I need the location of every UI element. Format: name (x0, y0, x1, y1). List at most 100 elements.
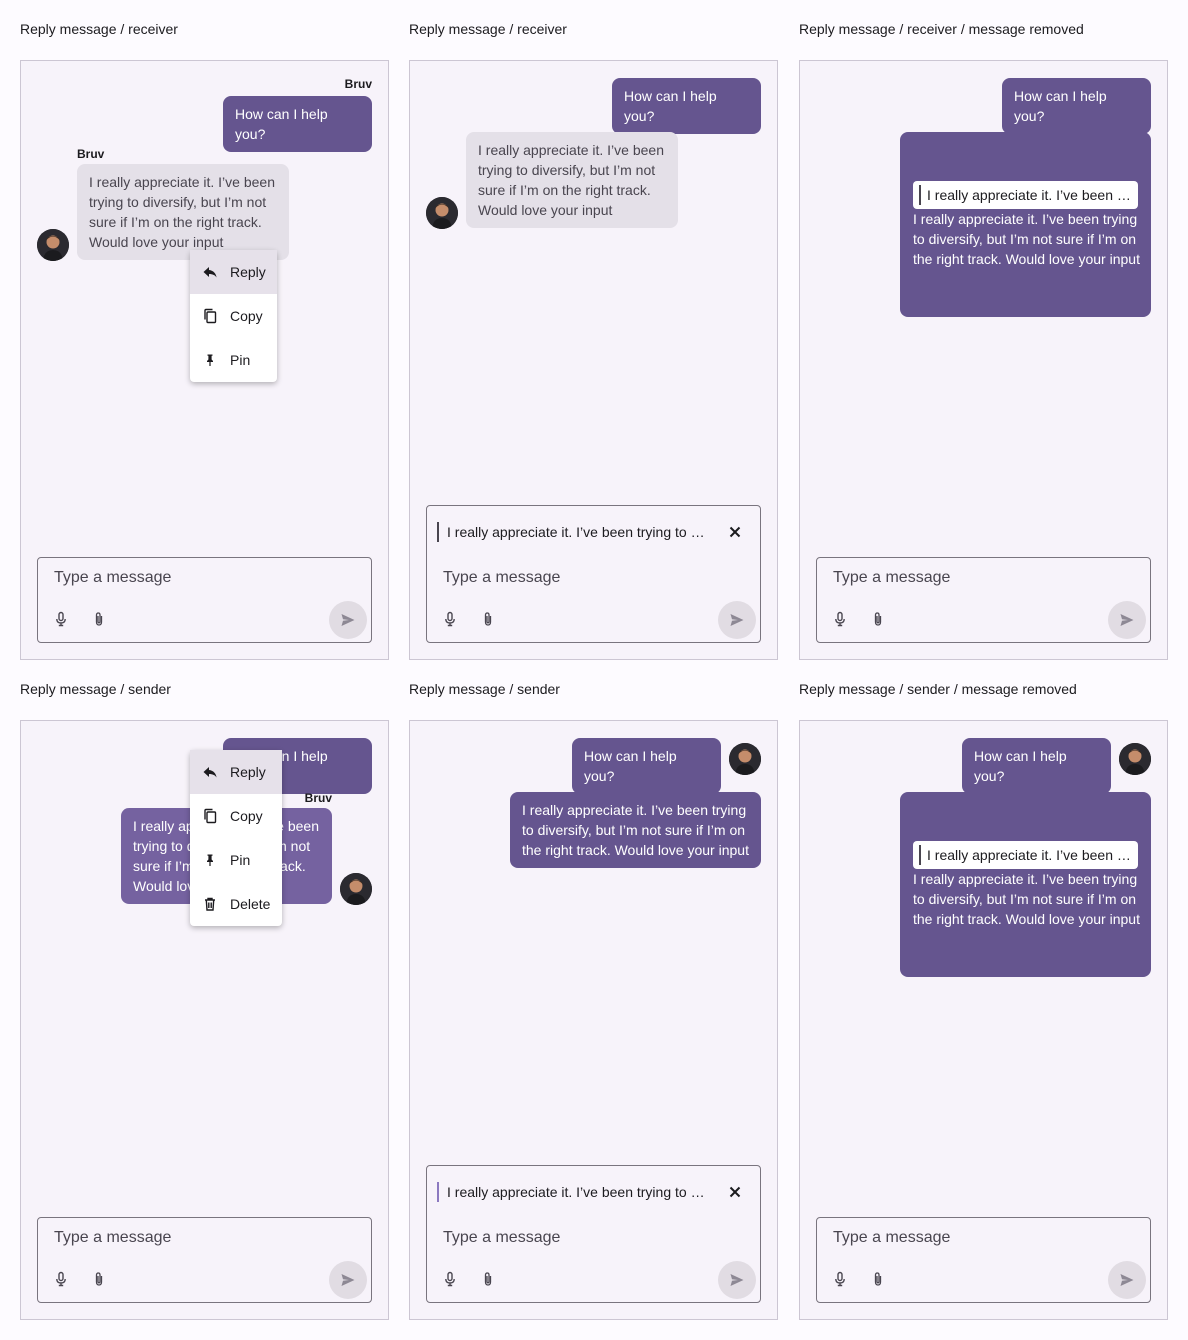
copy-icon (202, 308, 218, 324)
caption-receiver-removed: Reply message / receiver / message remov… (799, 21, 1084, 37)
outgoing-message[interactable]: How can I help you? (572, 738, 721, 794)
send-icon (730, 614, 744, 626)
incoming-message[interactable]: I really appreciate it. I’ve been trying… (466, 132, 678, 228)
reply-preview: I really appreciate it. I’ve been trying… (437, 522, 707, 542)
chat-panel-sender-menu: How can I help you? Bruv I really apprec… (20, 720, 389, 1320)
menu-item-delete[interactable]: Delete (190, 882, 282, 926)
quoted-text: I really appreciate it. I’ve been trying… (919, 845, 1132, 865)
paperclip-icon[interactable] (870, 1271, 886, 1287)
send-icon (341, 614, 355, 626)
send-icon (730, 1274, 744, 1286)
message-text: How can I help you? (624, 88, 717, 124)
microphone-icon[interactable] (53, 611, 69, 627)
sender-name: Bruv (304, 791, 332, 805)
reply-icon (202, 264, 218, 280)
outgoing-message[interactable]: How can I help you? (1002, 78, 1151, 134)
paperclip-icon[interactable] (91, 611, 107, 627)
message-input[interactable]: Type a message (443, 569, 560, 587)
microphone-icon[interactable] (832, 1271, 848, 1287)
reply-preview: I really appreciate it. I’ve been trying… (437, 1182, 707, 1202)
message-input[interactable]: Type a message (833, 569, 950, 587)
avatar (729, 743, 761, 775)
chat-panel-receiver-removed: How can I help you? I really appreciate … (799, 60, 1168, 660)
sender-name: Bruv (344, 77, 372, 91)
paperclip-icon[interactable] (91, 1271, 107, 1287)
close-icon[interactable] (727, 1184, 743, 1200)
pin-icon (202, 352, 218, 368)
message-text: I really appreciate it. I’ve been trying… (89, 174, 275, 250)
quoted-message[interactable]: I really appreciate it. I’ve been trying… (913, 181, 1138, 209)
caption-sender: Reply message / sender (20, 681, 171, 697)
message-composer: Type a message (37, 1217, 372, 1303)
menu-item-reply[interactable]: Reply (190, 750, 282, 794)
paperclip-icon[interactable] (480, 1271, 496, 1287)
caption-sender-removed: Reply message / sender / message removed (799, 681, 1077, 697)
send-button[interactable] (1108, 1261, 1146, 1299)
message-input[interactable]: Type a message (443, 1229, 560, 1247)
message-composer: Type a message (37, 557, 372, 643)
sender-name: Bruv (77, 147, 105, 161)
menu-item-label: Pin (230, 352, 251, 368)
microphone-icon[interactable] (442, 611, 458, 627)
close-icon[interactable] (727, 524, 743, 540)
chat-panel-sender-removed: How can I help you? I really appreciate … (799, 720, 1168, 1320)
message-input[interactable]: Type a message (54, 569, 171, 587)
avatar (340, 873, 372, 905)
menu-item-label: Pin (230, 852, 251, 868)
menu-item-label: Reply (230, 264, 266, 280)
incoming-message[interactable]: I really appreciate it. I’ve been trying… (77, 164, 289, 260)
send-icon (1120, 1274, 1134, 1286)
menu-item-label: Copy (230, 308, 263, 324)
message-text: How can I help you? (584, 748, 677, 784)
context-menu: Reply Copy Pin Delete (190, 750, 282, 926)
microphone-icon[interactable] (53, 1271, 69, 1287)
send-button[interactable] (329, 601, 367, 639)
reply-message[interactable]: I really appreciate it. I’ve been trying… (900, 792, 1151, 977)
message-text: I really appreciate it. I’ve been trying… (522, 802, 749, 858)
copy-icon (202, 808, 218, 824)
menu-item-pin[interactable]: Pin (190, 838, 282, 882)
message-composer: Type a message (816, 557, 1151, 643)
message-text: How can I help you? (235, 106, 328, 142)
send-icon (341, 1274, 355, 1286)
paperclip-icon[interactable] (870, 611, 886, 627)
message-composer: I really appreciate it. I’ve been trying… (426, 505, 761, 643)
message-text: I really appreciate it. I’ve been trying… (913, 871, 1140, 927)
caption-sender-reply: Reply message / sender (409, 681, 560, 697)
menu-item-label: Delete (230, 896, 271, 912)
avatar (37, 229, 69, 261)
microphone-icon[interactable] (832, 611, 848, 627)
microphone-icon[interactable] (442, 1271, 458, 1287)
reply-message[interactable]: I really appreciate it. I’ve been trying… (900, 132, 1151, 317)
chat-panel-receiver-replying: How can I help you? I really appreciate … (409, 60, 778, 660)
quoted-message[interactable]: I really appreciate it. I’ve been trying… (913, 841, 1138, 869)
send-button[interactable] (718, 601, 756, 639)
paperclip-icon[interactable] (480, 611, 496, 627)
reply-icon (202, 764, 218, 780)
message-composer: I really appreciate it. I’ve been trying… (426, 1165, 761, 1303)
pin-icon (202, 852, 218, 868)
trash-icon (202, 896, 218, 912)
chat-panel-sender-replying: How can I help you? I really appreciate … (409, 720, 778, 1320)
message-text: I really appreciate it. I’ve been trying… (913, 211, 1140, 267)
menu-item-reply[interactable]: Reply (190, 250, 277, 294)
caption-receiver-reply: Reply message / receiver (409, 21, 567, 37)
avatar (426, 197, 458, 229)
menu-item-copy[interactable]: Copy (190, 794, 282, 838)
menu-item-copy[interactable]: Copy (190, 294, 277, 338)
message-text: How can I help you? (974, 748, 1067, 784)
send-button[interactable] (329, 1261, 367, 1299)
outgoing-message[interactable]: How can I help you? (962, 738, 1111, 794)
outgoing-message[interactable]: I really appreciate it. I’ve been trying… (510, 792, 761, 868)
outgoing-message[interactable]: How can I help you? (223, 96, 372, 152)
caption-receiver: Reply message / receiver (20, 21, 178, 37)
message-text: How can I help you? (1014, 88, 1107, 124)
send-button[interactable] (1108, 601, 1146, 639)
message-composer: Type a message (816, 1217, 1151, 1303)
message-input[interactable]: Type a message (54, 1229, 171, 1247)
send-icon (1120, 614, 1134, 626)
message-input[interactable]: Type a message (833, 1229, 950, 1247)
outgoing-message[interactable]: How can I help you? (612, 78, 761, 134)
send-button[interactable] (718, 1261, 756, 1299)
menu-item-pin[interactable]: Pin (190, 338, 277, 382)
